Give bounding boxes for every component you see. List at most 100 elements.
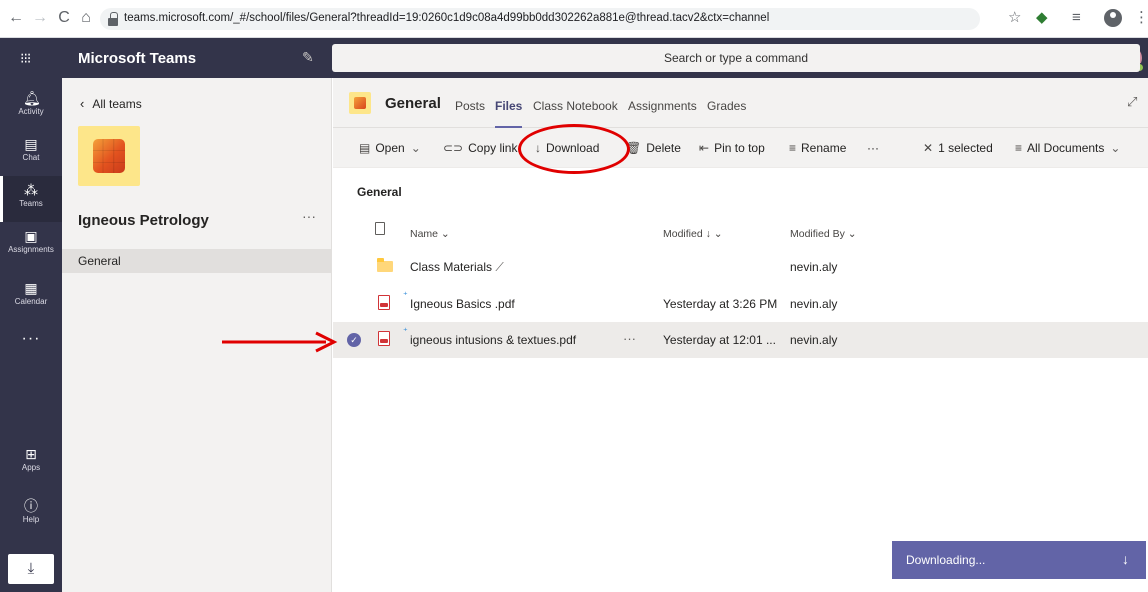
download-app-icon[interactable]: ⤓ bbox=[8, 554, 54, 584]
browser-menu-icon[interactable]: ⋮ bbox=[1134, 8, 1148, 28]
link-icon: ⊂⊃ bbox=[443, 141, 464, 155]
column-modified-by-label: Modified By bbox=[790, 228, 845, 240]
rail-item-activity[interactable]: 🔔︎ Activity bbox=[0, 84, 62, 130]
annotation-circle bbox=[518, 124, 630, 174]
channel-title: General bbox=[385, 95, 441, 112]
pin-label: Pin to top bbox=[714, 141, 765, 155]
table-row[interactable]: Class Materials ⟋ nevin.aly bbox=[333, 249, 1148, 285]
toolbar-more-button[interactable]: ··· bbox=[867, 141, 879, 155]
table-row[interactable]: ⁺ Igneous Basics .pdf Yesterday at 3:26 … bbox=[333, 286, 1148, 322]
close-icon: ✕ bbox=[923, 141, 934, 155]
all-teams-label: All teams bbox=[92, 97, 142, 111]
teams-icon: ⁂ bbox=[24, 182, 38, 198]
team-more-icon[interactable]: ··· bbox=[302, 208, 316, 224]
rail-item-help[interactable]: ⓘ Help bbox=[0, 492, 62, 538]
expand-icon[interactable]: ⤢ bbox=[1127, 94, 1137, 110]
modified-by: nevin.aly bbox=[790, 333, 838, 347]
channel-item-general[interactable]: General bbox=[62, 249, 331, 273]
sync-icon: ⟋ bbox=[495, 260, 504, 274]
rail-label: Calendar bbox=[14, 297, 48, 306]
rail-item-chat[interactable]: ▤ Chat bbox=[0, 130, 62, 176]
address-bar[interactable]: teams.microsoft.com/_#/school/files/Gene… bbox=[100, 8, 980, 30]
team-logo bbox=[78, 126, 140, 186]
open-label: Open bbox=[375, 141, 405, 155]
extension-icon[interactable]: ◆ bbox=[1036, 8, 1048, 28]
new-file-icon: ⁺ bbox=[403, 326, 408, 336]
tab-posts[interactable]: Posts bbox=[455, 99, 485, 113]
file-name[interactable]: Class Materials ⟋ bbox=[410, 260, 504, 275]
home-icon[interactable]: ⌂ bbox=[76, 8, 96, 28]
column-name-label: Name bbox=[410, 228, 439, 240]
column-header-modified-by[interactable]: Modified By ⌄ bbox=[790, 228, 857, 240]
rail-item-teams[interactable]: ⁂ Teams bbox=[0, 176, 62, 222]
modified-by: nevin.aly bbox=[790, 297, 838, 311]
pdf-icon bbox=[378, 331, 390, 346]
copy-link-button[interactable]: ⊂⊃ Copy link bbox=[443, 141, 517, 155]
delete-label: Delete bbox=[646, 141, 681, 155]
help-icon: ⓘ bbox=[24, 498, 38, 514]
search-input[interactable]: Search or type a command bbox=[332, 44, 1140, 72]
file-name[interactable]: Igneous Basics .pdf bbox=[410, 297, 515, 311]
rename-label: Rename bbox=[801, 141, 847, 155]
calendar-icon: ▦ bbox=[24, 280, 38, 296]
back-arrow-icon[interactable]: ← bbox=[6, 8, 26, 28]
channel-team-icon bbox=[349, 92, 371, 114]
all-teams-link[interactable]: ‹ All teams bbox=[80, 96, 142, 111]
column-header-name[interactable]: Name ⌄ bbox=[410, 228, 450, 240]
chevron-left-icon: ‹ bbox=[80, 96, 85, 111]
table-row-selected[interactable]: ✓ ⁺ igneous intusions & textues.pdf ··· … bbox=[333, 322, 1148, 358]
star-icon[interactable]: ☆ bbox=[1008, 8, 1021, 28]
open-button[interactable]: ▤ Open ⌄ bbox=[359, 141, 421, 155]
tab-grades[interactable]: Grades bbox=[707, 99, 746, 113]
row-more-icon[interactable]: ··· bbox=[623, 331, 636, 346]
pdf-icon bbox=[378, 295, 390, 310]
tab-assignments[interactable]: Assignments bbox=[628, 99, 697, 113]
rail-item-apps[interactable]: ⊞ Apps bbox=[0, 440, 62, 486]
bell-icon: 🔔︎ bbox=[23, 90, 41, 106]
channel-label: General bbox=[78, 254, 121, 268]
chevron-down-icon: ⌄ bbox=[410, 141, 421, 155]
lock-icon bbox=[108, 12, 118, 26]
delete-button[interactable]: 🗑︎ Delete bbox=[626, 141, 681, 155]
app-title: Microsoft Teams bbox=[78, 50, 197, 67]
rail-label: Activity bbox=[18, 107, 44, 116]
team-name: Igneous Petrology bbox=[78, 212, 209, 229]
checkmark-icon[interactable]: ✓ bbox=[347, 333, 361, 347]
column-header-modified[interactable]: Modified ↓ ⌄ bbox=[663, 228, 723, 240]
new-file-icon: ⁺ bbox=[403, 290, 408, 300]
tab-class-notebook[interactable]: Class Notebook bbox=[533, 99, 618, 113]
url-text[interactable]: teams.microsoft.com/_#/school/files/Gene… bbox=[124, 12, 769, 24]
profile-icon[interactable] bbox=[1104, 9, 1122, 27]
rail-label: Apps bbox=[21, 463, 41, 472]
view-selector[interactable]: ≡ All Documents ⌄ bbox=[1015, 141, 1120, 155]
annotation-arrow-icon bbox=[222, 331, 338, 353]
rename-icon: ≡ bbox=[789, 141, 797, 155]
rail-item-calendar[interactable]: ▦ Calendar bbox=[0, 274, 62, 320]
rail-label: Help bbox=[22, 515, 40, 524]
chat-icon: ▤ bbox=[24, 136, 38, 152]
pin-to-top-button[interactable]: ⇤ Pin to top bbox=[699, 141, 765, 155]
rail-item-assignments[interactable]: ▣ Assignments bbox=[0, 222, 62, 268]
clear-selection-button[interactable]: ✕ 1 selected bbox=[923, 141, 993, 155]
file-name-text: Class Materials bbox=[410, 260, 493, 274]
rail-label: Assignments bbox=[8, 245, 54, 254]
more-apps-icon[interactable]: ··· bbox=[0, 330, 62, 348]
main-content: General Posts Files Class Notebook Assig… bbox=[333, 78, 1148, 592]
view-label: All Documents bbox=[1027, 141, 1105, 155]
reading-list-icon[interactable]: ≡ bbox=[1072, 8, 1081, 28]
reload-icon[interactable]: C bbox=[54, 8, 74, 28]
app-launcher-icon[interactable]: ⁝⁝⁝ bbox=[20, 50, 38, 66]
download-toast[interactable]: Downloading... ↓ bbox=[892, 541, 1146, 579]
new-chat-icon[interactable]: ✎ bbox=[302, 49, 314, 66]
file-name[interactable]: igneous intusions & textues.pdf bbox=[410, 333, 576, 347]
rail-label: Teams bbox=[19, 199, 43, 208]
channel-header: General Posts Files Class Notebook Assig… bbox=[333, 78, 1148, 128]
rename-button[interactable]: ≡ Rename bbox=[789, 141, 846, 155]
breadcrumb[interactable]: General bbox=[357, 185, 402, 199]
tab-files[interactable]: Files bbox=[495, 99, 523, 128]
chevron-down-icon: ⌄ bbox=[1110, 141, 1121, 155]
browser-toolbar: ← → C ⌂ teams.microsoft.com/_#/school/fi… bbox=[0, 0, 1148, 38]
column-modified-label: Modified bbox=[663, 228, 703, 240]
forward-arrow-icon[interactable]: → bbox=[30, 8, 50, 28]
view-icon: ≡ bbox=[1015, 141, 1023, 155]
